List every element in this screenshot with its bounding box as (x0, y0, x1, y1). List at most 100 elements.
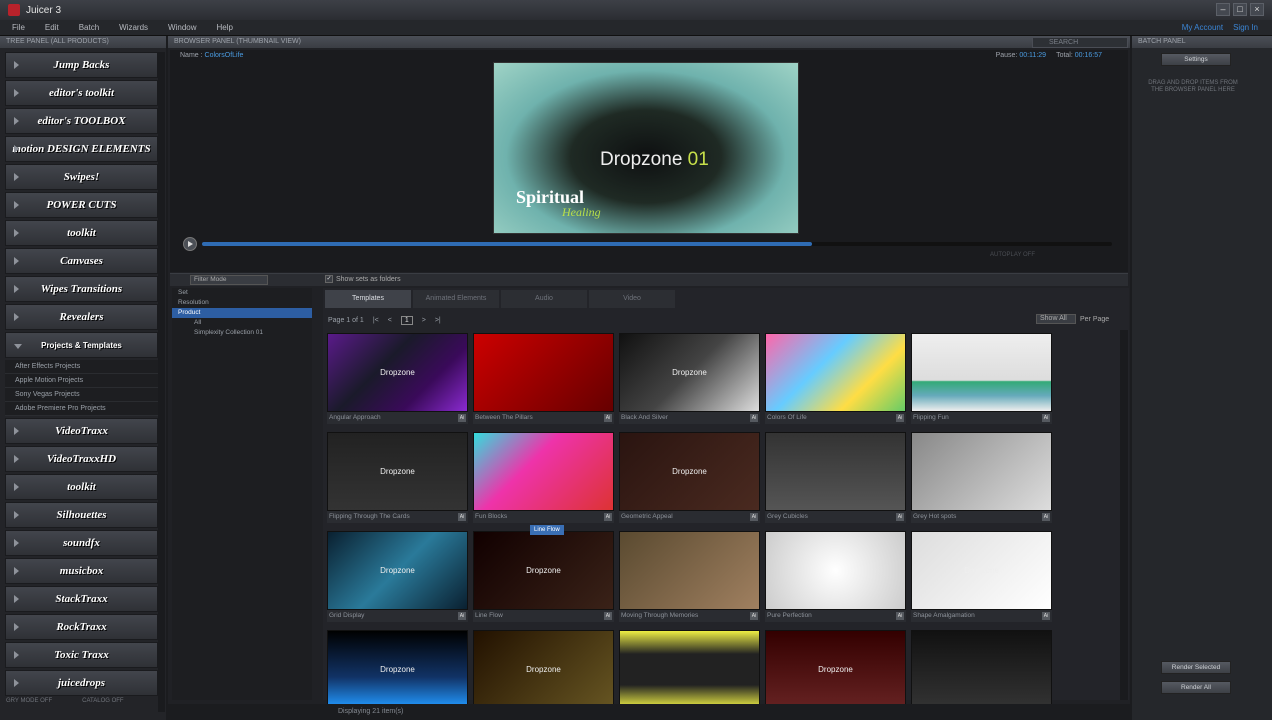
tab-video[interactable]: Video (589, 290, 675, 308)
expand-arrow-icon (14, 567, 19, 575)
page-number-input[interactable]: 1 (400, 316, 413, 325)
product-9[interactable]: Revealers (5, 304, 158, 330)
expand-arrow-icon (14, 595, 19, 603)
prev-page-button[interactable]: < (388, 317, 392, 324)
play-button[interactable] (183, 237, 197, 251)
product-4[interactable]: Swipes! (5, 164, 158, 190)
product-7[interactable]: Canvases (5, 248, 158, 274)
sign-in-link[interactable]: Sign In (1233, 23, 1258, 32)
tab-animated-elements[interactable]: Animated Elements (413, 290, 499, 308)
product-b9[interactable]: juicedrops (5, 670, 158, 696)
close-button[interactable]: × (1250, 3, 1264, 16)
template-thumbnail[interactable]: Pure Perfection Ai (765, 531, 906, 629)
template-thumbnail[interactable]: Fun Blocks Ai (473, 432, 614, 530)
product-3[interactable]: motion DESIGN ELEMENTS (5, 136, 158, 162)
product-1[interactable]: editor's toolkit (5, 80, 158, 106)
thumbnail-image (911, 432, 1052, 511)
preview-area: Name : ColorsOfLife Pause: 00:11:29 Tota… (170, 50, 1128, 272)
product-b0[interactable]: VideoTraxx (5, 418, 158, 444)
product-b5[interactable]: musicbox (5, 558, 158, 584)
after-effects-icon: Ai (1042, 513, 1050, 521)
menu-window[interactable]: Window (168, 23, 196, 32)
gry-mode-toggle[interactable]: GRY MODE OFF (6, 698, 52, 704)
render-all-button[interactable]: Render All (1161, 681, 1231, 694)
product-b2[interactable]: toolkit (5, 474, 158, 500)
tree-item-set[interactable]: Set (172, 288, 312, 298)
template-thumbnail[interactable]: Dropzone Line Flow Ai (473, 531, 614, 629)
render-selected-button[interactable]: Render Selected (1161, 661, 1231, 674)
thumbnail-caption: Grey Hot spots Ai (911, 511, 1052, 523)
expand-arrow-icon (14, 229, 19, 237)
product-logo: editor's toolkit (48, 87, 115, 99)
last-page-button[interactable]: >| (435, 317, 441, 324)
tree-scrollbar[interactable] (158, 52, 165, 712)
tab-audio[interactable]: Audio (501, 290, 587, 308)
page-label: Page 1 of 1 (328, 317, 364, 324)
first-page-button[interactable]: |< (373, 317, 379, 324)
settings-button[interactable]: Settings (1161, 53, 1231, 66)
template-thumbnail[interactable]: Dropzone Shape Amalgamation Ai (911, 531, 1052, 629)
template-thumbnail[interactable]: Dropzone Geometric Appeal Ai (619, 432, 760, 530)
autoplay-toggle[interactable]: AUTOPLAY OFF (990, 252, 1035, 258)
show-sets-checkbox[interactable]: ✓ Show sets as folders (325, 275, 401, 283)
project-type-item[interactable]: After Effects Projects (5, 360, 158, 374)
product-logo: toolkit (67, 227, 96, 239)
catalog-toggle[interactable]: CATALOG OFF (82, 698, 123, 704)
tree-item-collection[interactable]: Simplexity Collection 01 (172, 328, 312, 338)
search-input[interactable]: SEARCH (1032, 37, 1128, 48)
thumbnail-image: Dropzone (619, 333, 760, 412)
menu-file[interactable]: File (12, 23, 25, 32)
tree-item-product[interactable]: Product (172, 308, 312, 318)
per-page-select[interactable]: Show All (1036, 314, 1076, 324)
product-b3[interactable]: Silhouettes (5, 502, 158, 528)
minimize-button[interactable]: – (1216, 3, 1230, 16)
my-account-link[interactable]: My Account (1182, 23, 1223, 32)
thumbnail-image (473, 333, 614, 412)
product-projects-templates[interactable]: Projects & Templates (5, 332, 158, 358)
product-b1[interactable]: VideoTraxxHD (5, 446, 158, 472)
template-thumbnail[interactable]: Colors Of Life Ai (765, 333, 906, 431)
product-b7[interactable]: RockTraxx (5, 614, 158, 640)
tab-templates[interactable]: Templates (325, 290, 411, 308)
template-thumbnail[interactable]: Dropzone Grid Display Ai (327, 531, 468, 629)
project-type-item[interactable]: Adobe Premiere Pro Projects (5, 402, 158, 416)
preview-video[interactable]: Dropzone 01 Spiritual Healing (493, 62, 799, 234)
product-6[interactable]: toolkit (5, 220, 158, 246)
template-thumbnail[interactable]: Grey Hot spots Ai (911, 432, 1052, 530)
template-thumbnail[interactable]: Dropzone Angular Approach Ai (327, 333, 468, 431)
expand-arrow-icon (14, 483, 19, 491)
playback-slider[interactable] (202, 242, 1112, 246)
template-thumbnail[interactable]: Dropzone Black And Silver Ai (619, 333, 760, 431)
project-type-item[interactable]: Sony Vegas Projects (5, 388, 158, 402)
expand-arrow-icon (14, 89, 19, 97)
product-logo: VideoTraxxHD (46, 453, 117, 465)
expand-arrow-icon (14, 539, 19, 547)
product-0[interactable]: Jump Backs (5, 52, 158, 78)
maximize-button[interactable]: □ (1233, 3, 1247, 16)
expand-arrow-icon (14, 427, 19, 435)
tree-item-resolution[interactable]: Resolution (172, 298, 312, 308)
project-type-item[interactable]: Apple Motion Projects (5, 374, 158, 388)
tree-item-all[interactable]: All (172, 318, 312, 328)
product-8[interactable]: Wipes Transitions (5, 276, 158, 302)
template-thumbnail[interactable]: Grey Cubicles Ai (765, 432, 906, 530)
menu-help[interactable]: Help (217, 23, 233, 32)
product-b4[interactable]: soundfx (5, 530, 158, 556)
product-b8[interactable]: Toxic Traxx (5, 642, 158, 668)
thumbnail-scrollbar[interactable] (1120, 330, 1128, 700)
batch-panel-header: BATCH PANEL (1132, 36, 1272, 48)
product-b6[interactable]: StackTraxx (5, 586, 158, 612)
thumbnail-overlay-text: Dropzone (818, 665, 853, 674)
menu-batch[interactable]: Batch (79, 23, 99, 32)
filter-mode-select[interactable]: Filter Mode (190, 275, 268, 285)
menu-edit[interactable]: Edit (45, 23, 59, 32)
product-2[interactable]: editor's TOOLBOX (5, 108, 158, 134)
menu-wizards[interactable]: Wizards (119, 23, 148, 32)
template-thumbnail[interactable]: Flipping Fun Ai (911, 333, 1052, 431)
template-thumbnail[interactable]: Dropzone Flipping Through The Cards Ai (327, 432, 468, 530)
next-page-button[interactable]: > (422, 317, 426, 324)
after-effects-icon: Ai (896, 414, 904, 422)
template-thumbnail[interactable]: Moving Through Memories Ai (619, 531, 760, 629)
template-thumbnail[interactable]: Between The Pillars Ai (473, 333, 614, 431)
product-5[interactable]: POWER CUTS (5, 192, 158, 218)
